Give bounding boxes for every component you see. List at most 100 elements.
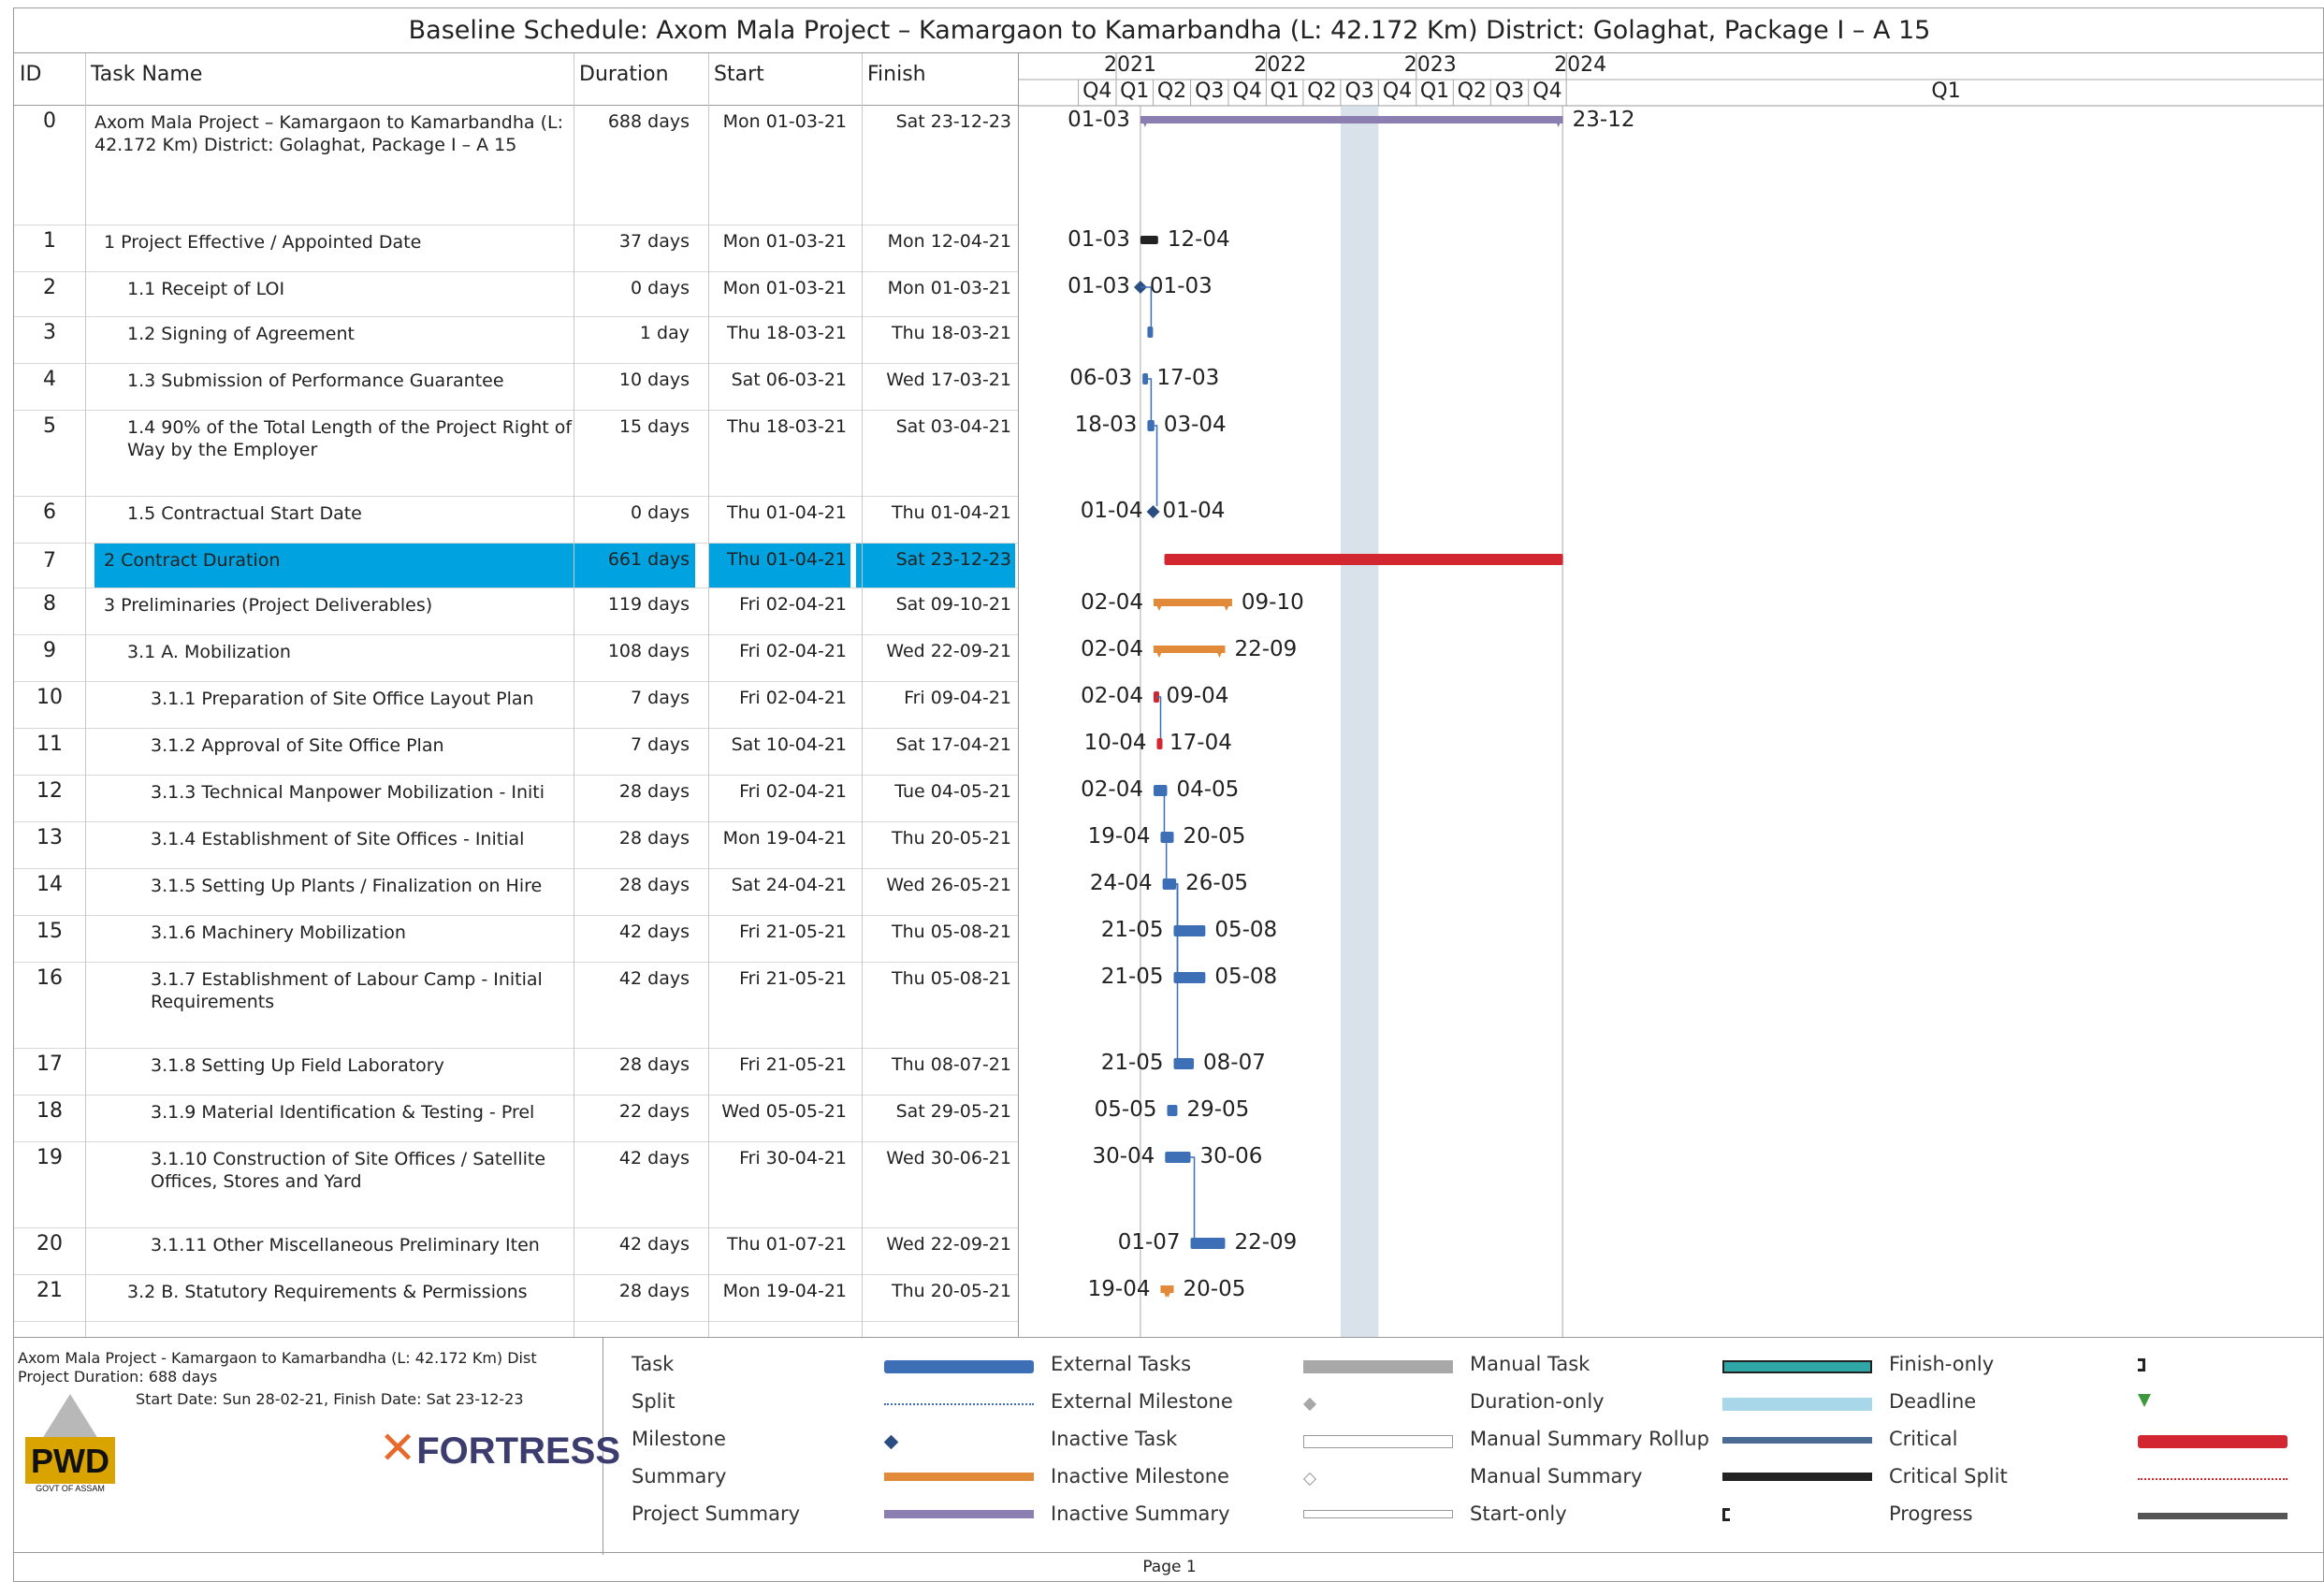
task-duration: 42 days — [618, 1234, 690, 1255]
task-row[interactable]: 15 3.1.6 Machinery Mobilization 42 days Fri… — [14, 916, 1018, 963]
task-name[interactable]: Axom Mala Project – Kamargaon to Kamarba… — [94, 106, 574, 225]
legend-swatch-external-milestone — [1302, 1397, 1317, 1412]
task-start: Fri 21-05-21 — [739, 1054, 847, 1075]
task-name[interactable]: 3.1 A. Mobilization — [94, 635, 574, 681]
summary-bar — [1153, 599, 1232, 606]
task-name[interactable]: 1 Project Effective / Appointed Date — [94, 225, 574, 271]
task-name[interactable]: 3.1.5 Setting Up Plants / Finalization o… — [94, 869, 574, 915]
task-start: Mon 01-03-21 — [722, 231, 847, 252]
task-row[interactable]: 8 3 Preliminaries (Project Deliverables) 1… — [14, 588, 1018, 635]
task-finish: Wed 17-03-21 — [886, 370, 1011, 390]
task-name[interactable]: 3.1.6 Machinery Mobilization — [94, 916, 574, 962]
task-row[interactable]: 20 3.1.11 Other Miscellaneous Preliminary… — [14, 1228, 1018, 1275]
bar-date-label: 29-05 — [1186, 1097, 1250, 1122]
bar-date-label: 19-04 — [1087, 1277, 1151, 1301]
col-header-duration[interactable]: Duration — [574, 53, 708, 106]
task-name[interactable]: 1.1 Receipt of LOI — [94, 272, 574, 316]
legend-swatch-manual-summary — [1722, 1473, 1872, 1481]
task-row[interactable]: 13 3.1.4 Establishment of Site Offices - … — [14, 822, 1018, 869]
task-row[interactable]: 3 1.2 Signing of Agreement 1 day Thu 18-03-… — [14, 317, 1018, 364]
task-start: Thu 01-04-21 — [727, 502, 847, 523]
task-duration: 0 days — [631, 278, 690, 298]
fortress-logo: ✕FORTRESS — [379, 1422, 621, 1474]
task-row[interactable]: 2 1.1 Receipt of LOI 0 days Mon 01-03-21 Mon… — [14, 272, 1018, 317]
bar-date-label: 19-04 — [1087, 824, 1151, 849]
task-name[interactable]: 1.4 90% of the Total Length of the Proje… — [94, 411, 574, 496]
task-id: 11 — [36, 733, 63, 756]
bar-date-label: 02-04 — [1081, 777, 1143, 802]
bar-date-label: 01-03 — [1149, 274, 1213, 298]
task-id: 6 — [43, 501, 56, 524]
task-name[interactable]: 1.3 Submission of Performance Guarantee — [94, 364, 574, 410]
bar-date-label: 02-04 — [1081, 684, 1143, 708]
task-row[interactable]: 17 3.1.8 Setting Up Field Laboratory 28 da… — [14, 1049, 1018, 1096]
task-finish: Wed 22-09-21 — [886, 641, 1011, 661]
bar-date-label: 20-05 — [1183, 824, 1246, 849]
page-number: Page 1 — [1142, 1558, 1197, 1576]
task-name[interactable]: 3.1.4 Establishment of Site Offices - In… — [94, 822, 574, 868]
task-name[interactable]: 3.1.11 Other Miscellaneous Preliminary I… — [94, 1228, 574, 1274]
task-name[interactable]: 3.1.9 Material Identification & Testing … — [94, 1096, 574, 1141]
legend-swatch-progress — [2138, 1513, 2288, 1519]
task-row[interactable]: 5 1.4 90% of the Total Length of the Proj… — [14, 411, 1018, 497]
col-header-name[interactable]: Task Name — [85, 53, 574, 106]
project-info: Axom Mala Project - Kamargaon to Kamarba… — [14, 1338, 620, 1555]
task-name[interactable]: 2 Contract Duration — [94, 544, 574, 588]
task-row[interactable]: 21 3.2 B. Statutory Requirements & Permis… — [14, 1275, 1018, 1322]
bar-date-label: 21-05 — [1100, 1051, 1164, 1075]
task-start: Fri 02-04-21 — [739, 594, 847, 615]
dependency-link — [1190, 1156, 1196, 1238]
bar-date-label: 01-03 — [1068, 274, 1130, 298]
task-name[interactable]: 3.1.8 Setting Up Field Laboratory — [94, 1049, 574, 1095]
task-row[interactable]: 11 3.1.2 Approval of Site Office Plan 7 da… — [14, 729, 1018, 776]
col-header-id[interactable]: ID — [14, 53, 85, 106]
legend-label: Summary — [632, 1465, 727, 1488]
task-name[interactable]: 1.2 Signing of Agreement — [94, 317, 574, 363]
task-id: 19 — [36, 1146, 63, 1169]
legend-label: Manual Task — [1470, 1353, 1590, 1375]
task-name[interactable]: 3.1.10 Construction of Site Offices / Sa… — [94, 1142, 574, 1227]
bar-date-label: 22-09 — [1234, 637, 1298, 661]
legend-swatch-split — [884, 1403, 1034, 1405]
task-row[interactable]: 16 3.1.7 Establishment of Labour Camp - I… — [14, 963, 1018, 1049]
task-row[interactable]: 14 3.1.5 Setting Up Plants / Finalization… — [14, 869, 1018, 916]
legend-label: Progress — [1889, 1502, 1973, 1525]
task-row[interactable]: 10 3.1.1 Preparation of Site Office Layou… — [14, 682, 1018, 729]
task-finish: Sat 17-04-21 — [895, 734, 1011, 755]
task-row[interactable]: 6 1.5 Contractual Start Date 0 days Thu 01-… — [14, 497, 1018, 544]
task-row[interactable]: 9 3.1 A. Mobilization 108 days Fri 02-04-21… — [14, 635, 1018, 682]
task-start: Fri 30-04-21 — [739, 1148, 847, 1168]
col-header-start[interactable]: Start — [708, 53, 862, 106]
task-row[interactable]: 12 3.1.3 Technical Manpower Mobilization … — [14, 776, 1018, 822]
task-finish: Sat 09-10-21 — [895, 594, 1011, 615]
task-row[interactable]: 1 1 Project Effective / Appointed Date 37 … — [14, 225, 1018, 272]
task-name[interactable]: 3.1.2 Approval of Site Office Plan — [94, 729, 574, 775]
task-name[interactable]: 1.5 Contractual Start Date — [94, 497, 574, 543]
col-divider — [708, 53, 709, 1337]
legend-swatch-manual-summary-rollup — [1722, 1437, 1872, 1444]
task-row[interactable]: 0 Axom Mala Project – Kamargaon to Kamarb… — [14, 106, 1018, 225]
task-row[interactable]: 19 3.1.10 Construction of Site Offices / … — [14, 1142, 1018, 1228]
task-finish: Thu 18-03-21 — [892, 323, 1011, 343]
task-id: 18 — [36, 1099, 63, 1123]
task-start: Mon 01-03-21 — [722, 111, 847, 132]
task-row[interactable]: 18 3.1.9 Material Identification & Testin… — [14, 1096, 1018, 1142]
critical-task-bar — [1156, 738, 1163, 749]
task-name[interactable]: 3.1.1 Preparation of Site Office Layout … — [94, 682, 574, 728]
task-name[interactable]: 3.2 B. Statutory Requirements & Permissi… — [94, 1275, 574, 1321]
task-row[interactable]: 4 1.3 Submission of Performance Guarantee… — [14, 364, 1018, 411]
task-name[interactable]: 3 Preliminaries (Project Deliverables) — [94, 588, 574, 634]
task-row[interactable]: 7 2 Contract Duration 661 days Thu 01-04-21… — [14, 544, 1018, 588]
task-start: Sat 06-03-21 — [731, 370, 847, 390]
bar-date-label: 06-03 — [1069, 366, 1133, 390]
task-name[interactable]: 3.1.3 Technical Manpower Mobilization - … — [94, 776, 574, 821]
project-summary-bar — [1140, 116, 1563, 123]
task-duration: 108 days — [607, 641, 690, 661]
legend-label: Finish-only — [1889, 1353, 1995, 1375]
task-duration: 37 days — [618, 231, 690, 252]
task-duration: 0 days — [631, 502, 690, 523]
legend-label: Manual Summary Rollup — [1470, 1428, 1709, 1450]
task-name[interactable]: 3.1.7 Establishment of Labour Camp - Ini… — [94, 963, 574, 1048]
col-header-finish[interactable]: Finish — [862, 53, 1018, 106]
task-id: 12 — [36, 779, 63, 803]
